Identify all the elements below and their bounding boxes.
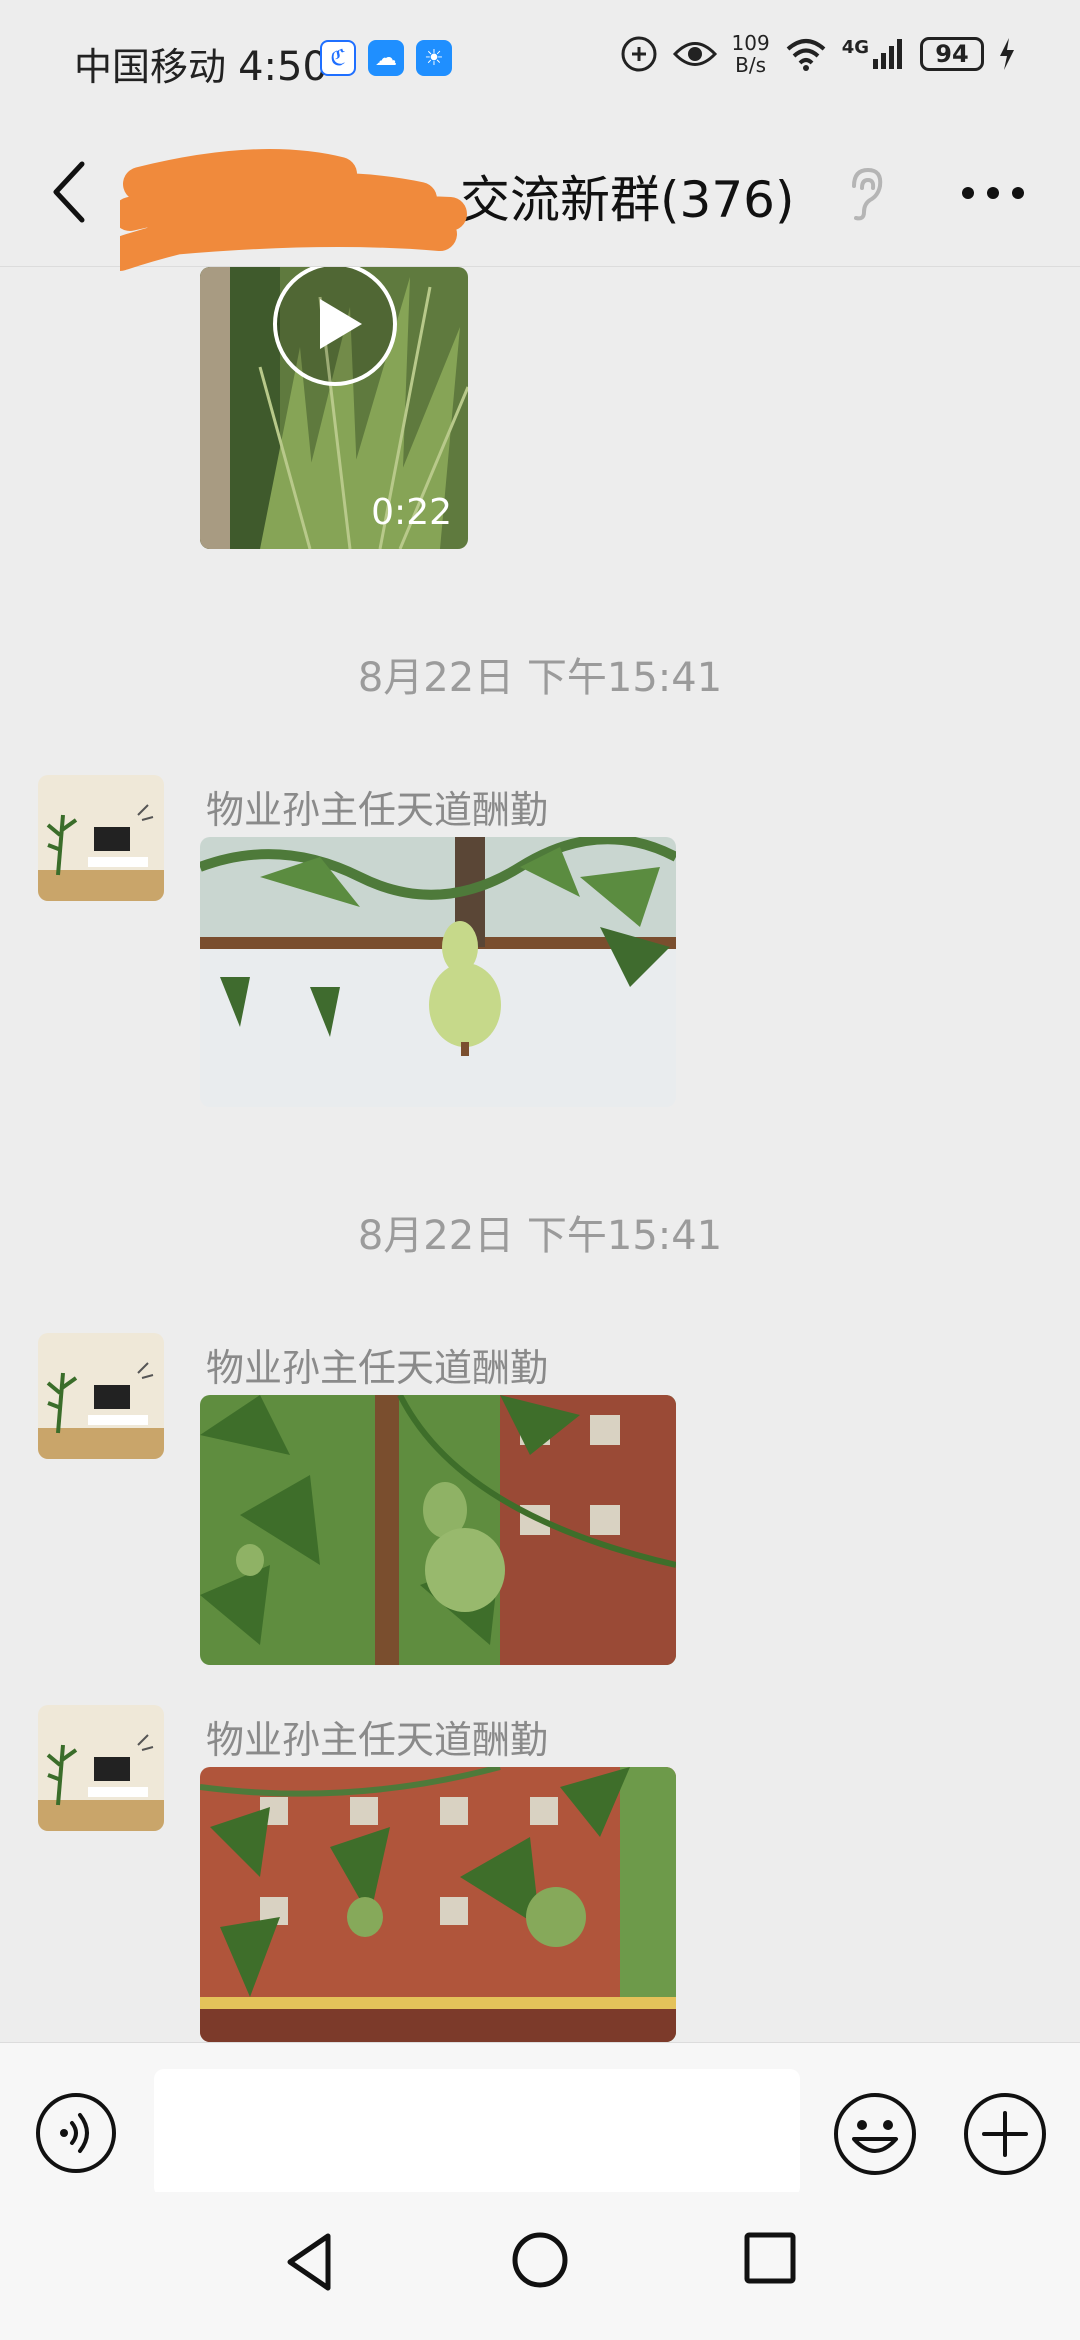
back-icon[interactable] xyxy=(44,156,92,228)
battery-indicator: 94 xyxy=(920,37,984,71)
avatar-image xyxy=(38,1705,164,1831)
carrier-and-time: 中国移动 4:50 xyxy=(74,36,328,91)
avatar-image xyxy=(38,775,164,901)
redaction-scribble xyxy=(120,149,467,271)
signal-indicator: 4G xyxy=(842,37,906,71)
gourd-photo xyxy=(200,1767,676,2042)
more-icon[interactable] xyxy=(958,178,1028,208)
avatar[interactable] xyxy=(38,1333,164,1459)
sender-name: 物业孙主任天道酬勤 xyxy=(206,1718,549,1762)
avatar[interactable] xyxy=(38,775,164,901)
chat-title-area: 交流新群(376) xyxy=(120,149,840,271)
nav-back-icon[interactable] xyxy=(282,2230,338,2294)
notification-icons: ℭ ☁ ☀ xyxy=(320,40,452,76)
message-input[interactable] xyxy=(154,2069,800,2197)
ear-icon[interactable] xyxy=(840,164,890,224)
message-list[interactable]: 0:22 8月22日 下午15:41 物业孙主任天道酬勤 8月22日 下午15:… xyxy=(0,267,1080,2042)
network-speed-unit: B/s xyxy=(735,53,767,77)
video-duration: 0:22 xyxy=(371,492,452,533)
chat-input-bar xyxy=(0,2042,1080,2197)
nav-home-icon[interactable] xyxy=(510,2230,570,2290)
wifi-icon xyxy=(786,39,826,71)
status-bar: 中国移动 4:50 ℭ ☁ ☀ 109 B/s 4G 94 xyxy=(0,0,1080,120)
system-indicators: 109 B/s 4G 94 xyxy=(620,32,1017,76)
network-speed: 109 B/s xyxy=(732,32,770,76)
avatar[interactable] xyxy=(38,1705,164,1831)
video-message[interactable]: 0:22 xyxy=(200,267,468,549)
sender-name: 物业孙主任天道酬勤 xyxy=(206,1346,549,1390)
system-navigation-bar xyxy=(0,2192,1080,2340)
image-message[interactable] xyxy=(200,1767,676,2042)
plus-icon[interactable] xyxy=(962,2091,1048,2177)
image-message[interactable] xyxy=(200,837,676,1107)
app-notification-icon: ℭ xyxy=(320,40,356,76)
charging-icon xyxy=(1000,38,1014,70)
nav-recent-icon[interactable] xyxy=(742,2230,798,2286)
chat-header: 交流新群(376) xyxy=(0,120,1080,271)
cloud-app-icon: ☁ xyxy=(368,40,404,76)
sender-name: 物业孙主任天道酬勤 xyxy=(206,788,549,832)
play-icon[interactable] xyxy=(270,267,400,389)
gourd-photo xyxy=(200,1395,676,1665)
eye-icon xyxy=(672,42,717,66)
voice-icon[interactable] xyxy=(34,2091,118,2175)
avatar-image xyxy=(38,1333,164,1459)
hd-call-icon xyxy=(621,36,656,72)
image-message[interactable] xyxy=(200,1395,676,1665)
carrier-label: 中国移动 xyxy=(74,45,227,89)
message-timestamp: 8月22日 下午15:41 xyxy=(357,655,723,701)
network-speed-value: 109 xyxy=(731,31,770,55)
signal-bars-icon xyxy=(873,39,902,69)
message-timestamp: 8月22日 下午15:41 xyxy=(357,1213,723,1259)
weather-app-icon: ☀ xyxy=(416,40,452,76)
network-type: 4G xyxy=(841,37,869,58)
clock: 4:50 xyxy=(238,44,328,90)
emoji-icon[interactable] xyxy=(832,2091,918,2177)
gourd-photo xyxy=(200,837,676,1107)
